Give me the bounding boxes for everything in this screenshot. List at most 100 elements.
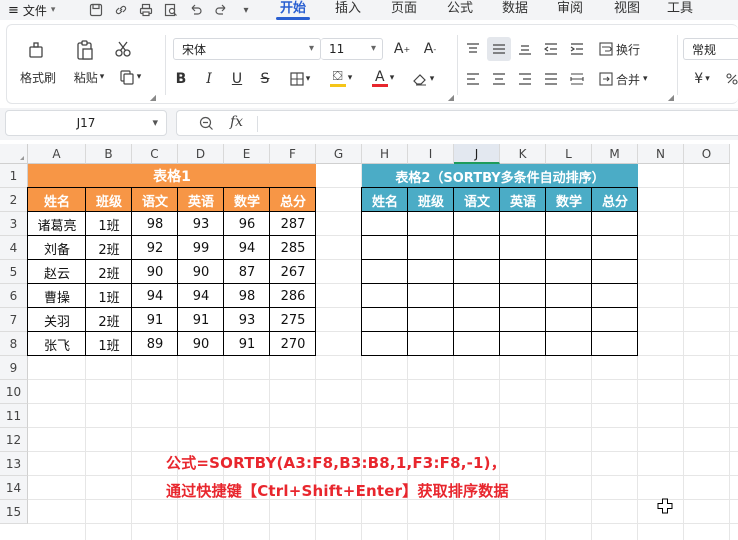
column-header-c[interactable]: C	[132, 144, 178, 164]
table2-empty-cell[interactable]	[408, 236, 454, 260]
row-header-4[interactable]: 4	[0, 236, 28, 260]
table2-empty-cell[interactable]	[362, 260, 408, 284]
table2-empty-cell[interactable]	[408, 308, 454, 332]
increase-font-icon[interactable]: A +	[393, 39, 411, 59]
table1-cell[interactable]: 94	[178, 284, 224, 308]
table2-empty-cell[interactable]	[592, 284, 638, 308]
tab-review[interactable]: 审阅	[538, 0, 602, 20]
tab-data[interactable]: 数据	[492, 0, 538, 20]
column-header-d[interactable]: D	[178, 144, 224, 164]
table1-cell[interactable]: 285	[270, 236, 316, 260]
paste-icon[interactable]	[73, 37, 97, 63]
table1-cell[interactable]: 275	[270, 308, 316, 332]
table1-cell[interactable]: 93	[224, 308, 270, 332]
table1-cell[interactable]: 1班	[86, 332, 132, 356]
table2-empty-cell[interactable]	[454, 236, 500, 260]
table1-cell[interactable]: 2班	[86, 236, 132, 260]
column-header-b[interactable]: B	[86, 144, 132, 164]
table1-cell[interactable]: 2班	[86, 260, 132, 284]
table1-cell[interactable]: 99	[178, 236, 224, 260]
table2-empty-cell[interactable]	[592, 332, 638, 356]
table2-empty-cell[interactable]	[500, 332, 546, 356]
underline-icon[interactable]: U	[229, 69, 245, 89]
table1-header-cell[interactable]: 英语	[178, 188, 224, 212]
tab-insert[interactable]: 插入	[316, 0, 380, 20]
table2-header-cell[interactable]: 总分	[592, 188, 638, 212]
table1-cell[interactable]: 90	[178, 332, 224, 356]
table1-cell[interactable]: 1班	[86, 284, 132, 308]
column-header-e[interactable]: E	[224, 144, 270, 164]
table2-empty-cell[interactable]	[500, 236, 546, 260]
column-header-j[interactable]: J	[454, 144, 500, 164]
font-size-select[interactable]: 11 ▾	[321, 38, 383, 60]
select-all-corner[interactable]	[0, 144, 28, 164]
table1-cell[interactable]: 92	[132, 236, 178, 260]
table2-empty-cell[interactable]	[408, 260, 454, 284]
column-header-l[interactable]: L	[546, 144, 592, 164]
table1-cell[interactable]: 89	[132, 332, 178, 356]
tab-formulas[interactable]: 公式	[428, 0, 492, 20]
clear-button[interactable]: ▾	[407, 69, 439, 89]
row-header-11[interactable]: 11	[0, 404, 28, 428]
table1-header-cell[interactable]: 姓名	[28, 188, 86, 212]
table2-empty-cell[interactable]	[592, 236, 638, 260]
column-header-o[interactable]: O	[684, 144, 730, 164]
dialog-launcher-icon[interactable]: ◢	[447, 93, 455, 102]
column-header-m[interactable]: M	[592, 144, 638, 164]
cut-icon[interactable]	[113, 39, 133, 59]
align-left-icon[interactable]	[463, 69, 483, 89]
table1-cell[interactable]: 90	[132, 260, 178, 284]
wrap-text-button[interactable]: 换行	[599, 39, 657, 59]
justify-icon[interactable]	[541, 69, 561, 89]
paste-button[interactable]: 粘贴 ▾	[67, 69, 111, 85]
print-preview-icon[interactable]	[163, 2, 179, 18]
row-header-7[interactable]: 7	[0, 308, 28, 332]
align-right-icon[interactable]	[515, 69, 535, 89]
increase-indent-icon[interactable]	[567, 39, 587, 59]
table1-cell[interactable]: 刘备	[28, 236, 86, 260]
border-button[interactable]: ▾	[285, 69, 315, 89]
table2-empty-cell[interactable]	[362, 308, 408, 332]
table2-empty-cell[interactable]	[454, 260, 500, 284]
row-header-6[interactable]: 6	[0, 284, 28, 308]
link-icon[interactable]	[113, 2, 129, 18]
table1-header-cell[interactable]: 班级	[86, 188, 132, 212]
table1-cell[interactable]: 286	[270, 284, 316, 308]
table1-cell[interactable]: 曹操	[28, 284, 86, 308]
table1-cell[interactable]: 98	[224, 284, 270, 308]
print-icon[interactable]	[138, 2, 154, 18]
row-header-12[interactable]: 12	[0, 428, 28, 452]
table2-header-cell[interactable]: 姓名	[362, 188, 408, 212]
table2-empty-cell[interactable]	[454, 332, 500, 356]
tab-page[interactable]: 页面	[380, 0, 428, 20]
percent-icon[interactable]	[723, 69, 738, 89]
table2-header-cell[interactable]: 数学	[546, 188, 592, 212]
table1-cell[interactable]: 94	[132, 284, 178, 308]
table1-cell[interactable]: 2班	[86, 308, 132, 332]
column-header-a[interactable]: A	[28, 144, 86, 164]
table1-cell[interactable]: 93	[178, 212, 224, 236]
strikethrough-icon[interactable]: S	[257, 69, 273, 89]
table1-cell[interactable]: 91	[224, 332, 270, 356]
format-painter-icon[interactable]	[25, 39, 49, 63]
table1-cell[interactable]: 87	[224, 260, 270, 284]
table1-title[interactable]: 表格1	[28, 164, 316, 188]
row-header-2[interactable]: 2	[0, 188, 28, 212]
table1-cell[interactable]: 关羽	[28, 308, 86, 332]
format-painter-label[interactable]: 格式刷	[17, 69, 59, 85]
table2-empty-cell[interactable]	[546, 332, 592, 356]
table2-header-cell[interactable]: 语文	[454, 188, 500, 212]
table2-empty-cell[interactable]	[362, 236, 408, 260]
table2-empty-cell[interactable]	[546, 284, 592, 308]
row-header-13[interactable]: 13	[0, 452, 28, 476]
font-name-select[interactable]: 宋体 ▾	[173, 38, 321, 60]
decrease-indent-icon[interactable]	[541, 39, 561, 59]
table2-empty-cell[interactable]	[362, 212, 408, 236]
table1-cell[interactable]: 诸葛亮	[28, 212, 86, 236]
table2-empty-cell[interactable]	[592, 212, 638, 236]
table2-header-cell[interactable]: 班级	[408, 188, 454, 212]
file-menu[interactable]: ≡ 文件 ▾	[0, 2, 78, 19]
table2-empty-cell[interactable]	[500, 212, 546, 236]
table1-cell[interactable]: 96	[224, 212, 270, 236]
dialog-launcher-icon[interactable]: ◢	[149, 93, 157, 102]
